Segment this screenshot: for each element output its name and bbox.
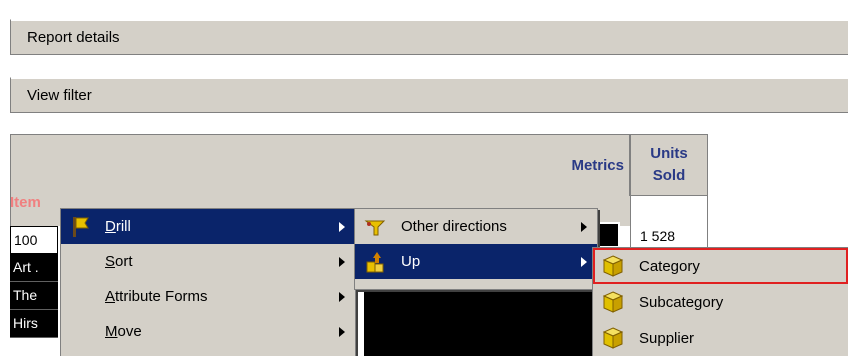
submenu-arrow-icon — [581, 256, 587, 267]
menu-item-other-directions[interactable]: Other directions — [355, 209, 597, 244]
menu-item-supplier[interactable]: Supplier — [593, 320, 848, 356]
other-directions-icon — [364, 220, 386, 235]
menu-item-subcategory[interactable]: Subcategory — [593, 284, 848, 320]
drill-icon — [73, 216, 89, 237]
submenu-arrow-icon — [339, 221, 345, 232]
view-filter-label: View filter — [27, 86, 92, 104]
submenu-arrow-icon — [339, 326, 345, 337]
menu-item-label: Supplier — [639, 329, 695, 347]
units-sold-header[interactable]: Units Sold — [630, 134, 708, 196]
menu-item-label: Category — [639, 257, 700, 275]
context-menu: Drill Sort Attribute Forms Move — [60, 208, 356, 356]
view-filter-panel[interactable]: View filter — [10, 77, 848, 113]
metrics-header[interactable]: Metrics — [530, 134, 630, 196]
menu-item-label: Other directions — [401, 218, 507, 235]
report-details-panel[interactable]: Report details — [10, 19, 848, 55]
menu-item-up[interactable]: Up — [355, 244, 597, 279]
submenu-arrow-icon — [339, 256, 345, 267]
menu-item-move[interactable]: Move — [61, 314, 355, 349]
menu-item-label: Sort — [105, 253, 133, 270]
submenu-arrow-icon — [339, 291, 345, 302]
attribute-cube-icon — [602, 255, 624, 277]
menu-item-label: Up — [401, 253, 421, 270]
menu-item-sort[interactable]: Sort — [61, 244, 355, 279]
report-window: Report details View filter Metrics Units… — [0, 0, 848, 356]
drill-up-icon — [366, 251, 384, 272]
table-row[interactable]: Art . — [10, 254, 58, 282]
menu-item-label: Attribute Forms — [105, 288, 208, 305]
item-attribute-header[interactable]: Item — [10, 194, 41, 211]
menu-item-attribute-forms[interactable]: Attribute Forms — [61, 279, 355, 314]
menu-item-category[interactable]: Category — [593, 248, 848, 284]
units-sold-header-line2: Sold — [652, 167, 686, 184]
attribute-cube-icon — [602, 291, 624, 313]
table-row[interactable]: The — [10, 282, 58, 310]
units-sold-header-line1: Units — [650, 145, 688, 162]
drill-up-submenu: Category Subcategory Supplier — [592, 247, 848, 356]
grid-dark-area — [364, 290, 594, 356]
menu-item-label: Subcategory — [639, 293, 724, 311]
attribute-cube-icon — [602, 327, 624, 349]
row-labels: 100 Art . The Hirs — [10, 226, 58, 338]
table-row[interactable]: 100 — [10, 226, 58, 254]
units-sold-value: 1 528 — [640, 228, 676, 244]
submenu-arrow-icon — [581, 221, 587, 232]
report-details-label: Report details — [27, 28, 120, 46]
table-row[interactable]: Hirs — [10, 310, 58, 338]
menu-item-drill[interactable]: Drill — [61, 209, 355, 244]
menu-item-label: Move — [105, 323, 142, 340]
drill-submenu: Other directions Up — [354, 208, 598, 290]
menu-item-label: Drill — [105, 218, 131, 235]
